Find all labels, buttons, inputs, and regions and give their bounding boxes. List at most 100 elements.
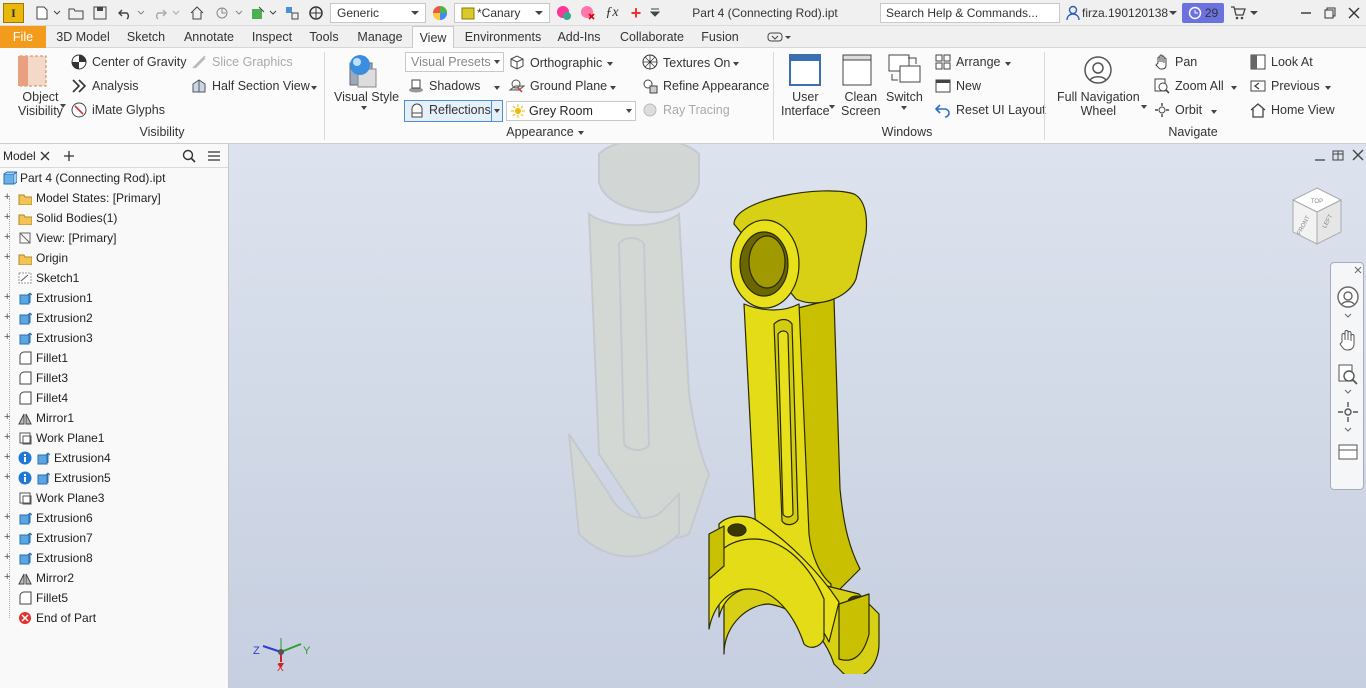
ray-tracing-button[interactable]: Ray Tracing xyxy=(663,103,730,117)
tab-fusion[interactable]: Fusion xyxy=(696,26,744,48)
expand-icon[interactable]: + xyxy=(4,292,13,303)
user-name[interactable]: firza.190120138 xyxy=(1082,3,1168,23)
chevron-down-icon[interactable] xyxy=(1344,313,1352,319)
chevron-down-icon[interactable] xyxy=(1168,3,1178,23)
zoom-all-button[interactable]: Zoom All xyxy=(1175,79,1224,93)
tree-node[interactable]: + Extrusion2 xyxy=(0,308,228,328)
object-visibility-icon[interactable] xyxy=(14,54,54,88)
slice-graphics-button[interactable]: Slice Graphics xyxy=(212,55,293,69)
restore-icon[interactable] xyxy=(1320,3,1340,23)
redo-icon[interactable] xyxy=(150,3,170,23)
navigation-wheel-icon[interactable] xyxy=(1082,54,1114,86)
expand-icon[interactable]: + xyxy=(4,552,13,563)
tree-node[interactable]: + Extrusion5 xyxy=(0,468,228,488)
new-window-button[interactable]: New xyxy=(956,79,981,93)
parameters-icon[interactable]: ƒx xyxy=(602,3,622,23)
expand-icon[interactable]: + xyxy=(4,232,13,243)
imate-glyphs-button[interactable]: iMate Glyphs xyxy=(92,103,165,117)
menu-icon[interactable] xyxy=(207,150,221,162)
qat-customize-icon[interactable] xyxy=(648,3,662,23)
visual-style-button[interactable]: Visual Style xyxy=(334,90,399,104)
tree-node[interactable]: + Model States: [Primary] xyxy=(0,188,228,208)
chevron-down-icon[interactable] xyxy=(494,86,500,90)
chevron-down-icon[interactable] xyxy=(60,104,66,108)
tree-root[interactable]: Part 4 (Connecting Rod).ipt xyxy=(0,168,228,188)
tab-collaborate[interactable]: Collaborate xyxy=(614,26,690,48)
expand-icon[interactable]: + xyxy=(4,572,13,583)
tree-node[interactable]: + Extrusion7 xyxy=(0,528,228,548)
select-icon[interactable] xyxy=(248,3,268,23)
chevron-down-icon[interactable] xyxy=(901,106,907,110)
tree-node[interactable]: Work Plane3 xyxy=(0,488,228,508)
steering-wheel-icon[interactable] xyxy=(1336,285,1360,309)
expand-icon[interactable]: + xyxy=(4,472,13,483)
browser-tab-model[interactable]: Model xyxy=(3,149,36,163)
chevron-down-icon[interactable] xyxy=(136,3,146,23)
orbit-button[interactable]: Orbit xyxy=(1175,103,1202,117)
chevron-down-icon[interactable] xyxy=(1344,427,1352,433)
cart-icon[interactable] xyxy=(1228,3,1248,23)
close-icon[interactable] xyxy=(1344,3,1364,23)
ribbon-options-icon[interactable] xyxy=(764,26,794,48)
switch-window-button[interactable]: Switch xyxy=(886,90,923,104)
tab-inspect[interactable]: Inspect xyxy=(246,26,298,48)
tree-node[interactable]: + Mirror2 xyxy=(0,568,228,588)
viewport-close-icon[interactable] xyxy=(1352,149,1364,161)
tab-view[interactable]: View xyxy=(412,26,454,49)
tab-sketch[interactable]: Sketch xyxy=(120,26,172,48)
chevron-down-icon[interactable] xyxy=(1141,105,1147,109)
chevron-down-icon[interactable] xyxy=(52,3,62,23)
tree-node[interactable]: + Extrusion4 xyxy=(0,448,228,468)
tree-node[interactable]: Fillet1 xyxy=(0,348,228,368)
tab-environments[interactable]: Environments xyxy=(460,26,546,48)
tree-node[interactable]: Sketch1 xyxy=(0,268,228,288)
tree-node[interactable]: + View: [Primary] xyxy=(0,228,228,248)
half-section-view-button[interactable]: Half Section View xyxy=(212,79,310,93)
analysis-button[interactable]: Analysis xyxy=(92,79,139,93)
home-view-button[interactable]: Home View xyxy=(1271,103,1335,117)
expand-icon[interactable]: + xyxy=(4,252,13,263)
clean-screen-icon[interactable] xyxy=(842,54,872,86)
user-icon[interactable] xyxy=(1064,3,1082,23)
close-icon[interactable] xyxy=(1354,266,1362,274)
ground-plane-button[interactable]: Ground Plane xyxy=(530,79,607,93)
chevron-down-icon[interactable] xyxy=(1344,389,1352,395)
previous-view-button[interactable]: Previous xyxy=(1271,79,1320,93)
tab-annotate[interactable]: Annotate xyxy=(178,26,240,48)
expand-icon[interactable]: + xyxy=(4,512,13,523)
orthographic-button[interactable]: Orthographic xyxy=(530,56,602,70)
chevron-down-icon[interactable] xyxy=(1249,3,1259,23)
look-at-button[interactable]: Look At xyxy=(1271,55,1313,69)
tab-tools[interactable]: Tools xyxy=(304,26,344,48)
pan-button[interactable]: Pan xyxy=(1175,55,1197,69)
viewport-restore-icon[interactable] xyxy=(1332,149,1344,161)
switch-window-icon[interactable] xyxy=(888,54,922,86)
tree-node[interactable]: + Extrusion3 xyxy=(0,328,228,348)
tree-node[interactable]: End of Part xyxy=(0,608,228,628)
chevron-down-icon[interactable] xyxy=(1325,86,1331,90)
refine-appearance-button[interactable]: Refine Appearance xyxy=(663,79,769,93)
visual-presets-dropdown[interactable]: Visual Presets xyxy=(405,52,504,72)
chevron-down-icon[interactable] xyxy=(234,3,244,23)
search-icon[interactable] xyxy=(182,149,196,163)
chevron-down-icon[interactable] xyxy=(361,106,367,110)
tab-manage[interactable]: Manage xyxy=(352,26,408,48)
chevron-down-icon[interactable] xyxy=(1211,110,1217,114)
pan-hand-icon[interactable] xyxy=(1337,329,1359,351)
expand-icon[interactable]: + xyxy=(4,332,13,343)
clear-appearance-icon[interactable] xyxy=(578,3,598,23)
expand-icon[interactable]: + xyxy=(4,432,13,443)
chevron-down-icon[interactable] xyxy=(311,86,317,90)
tab-add-ins[interactable]: Add-Ins xyxy=(552,26,606,48)
arrange-button[interactable]: Arrange xyxy=(956,55,1000,69)
update-icon[interactable] xyxy=(211,3,233,23)
clean-screen-button[interactable]: Clean Screen xyxy=(841,90,881,118)
tree-node[interactable]: + Mirror1 xyxy=(0,408,228,428)
tree-node[interactable]: Fillet5 xyxy=(0,588,228,608)
expand-icon[interactable]: + xyxy=(4,192,13,203)
tree-node[interactable]: Fillet4 xyxy=(0,388,228,408)
shadows-button[interactable]: Shadows xyxy=(429,79,480,93)
viewcube[interactable]: TOP FRONT LEFT xyxy=(1287,184,1347,250)
chevron-down-icon[interactable] xyxy=(1231,86,1237,90)
add-icon[interactable]: + xyxy=(626,3,646,23)
